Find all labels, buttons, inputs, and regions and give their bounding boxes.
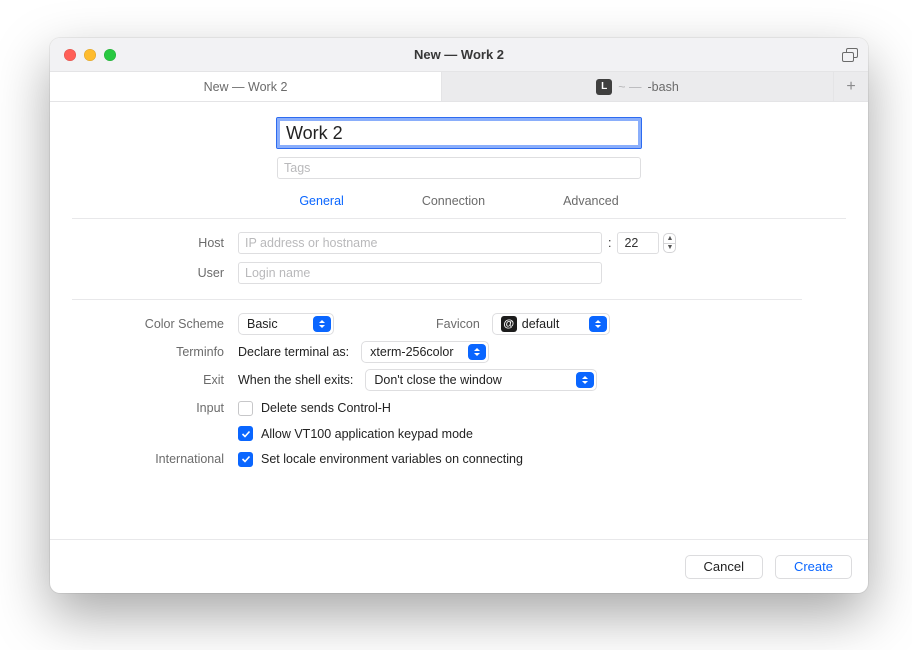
- new-connection-window: New — Work 2 New — Work 2 L ~ — -bash + …: [50, 38, 868, 593]
- row-input: Input Delete sends Control-H: [72, 394, 846, 422]
- chevron-updown-icon: [589, 316, 607, 332]
- checkbox-icon: [238, 452, 253, 467]
- port-stepper-buttons[interactable]: ▲ ▼: [663, 233, 676, 253]
- profile-name-input[interactable]: [277, 118, 641, 148]
- tab-bash[interactable]: L ~ — -bash: [442, 72, 834, 101]
- row-terminfo: Terminfo Declare terminal as: xterm-256c…: [72, 338, 846, 366]
- user-input[interactable]: [238, 262, 602, 284]
- checkbox-set-locale[interactable]: Set locale environment variables on conn…: [238, 448, 523, 471]
- favicon-select[interactable]: @ default: [492, 313, 610, 335]
- row-user: User: [72, 259, 846, 287]
- terminfo-text: Declare terminal as:: [238, 345, 349, 359]
- create-button[interactable]: Create: [775, 555, 852, 579]
- chevron-updown-icon: [576, 372, 594, 388]
- section-tabs: General Connection Advanced: [50, 188, 868, 218]
- host-port-colon: :: [602, 236, 617, 250]
- header-form: General Connection Advanced: [50, 102, 868, 218]
- checkbox-delete-control-h[interactable]: Delete sends Control-H: [238, 397, 391, 420]
- color-scheme-select[interactable]: Basic: [238, 313, 334, 335]
- row-color-scheme: Color Scheme Basic Favicon @ default: [72, 310, 846, 338]
- tab-label: -bash: [648, 80, 679, 94]
- checkbox-icon: [238, 401, 253, 416]
- row-international: International Set locale environment var…: [72, 445, 846, 473]
- tags-input[interactable]: [277, 157, 641, 179]
- tab-path-dim: ~ —: [618, 80, 641, 94]
- new-tab-button[interactable]: +: [834, 72, 868, 101]
- tab-advanced[interactable]: Advanced: [563, 194, 619, 208]
- window-title: New — Work 2: [50, 47, 868, 62]
- exit-text: When the shell exits:: [238, 373, 353, 387]
- exit-select[interactable]: Don't close the window: [365, 369, 597, 391]
- dialog-footer: Cancel Create: [50, 539, 868, 593]
- user-label: User: [72, 266, 238, 280]
- tab-new-work2[interactable]: New — Work 2: [50, 72, 442, 101]
- row-exit: Exit When the shell exits: Don't close t…: [72, 366, 846, 394]
- chevron-updown-icon: [468, 344, 486, 360]
- checkbox-vt100-keypad[interactable]: Allow VT100 application keypad mode: [238, 422, 473, 445]
- port-stepper: ▲ ▼: [617, 232, 676, 254]
- checkbox-label: Allow VT100 application keypad mode: [261, 427, 473, 441]
- input-label: Input: [72, 401, 238, 415]
- checkbox-label: Delete sends Control-H: [261, 401, 391, 415]
- color-scheme-value: Basic: [247, 317, 278, 331]
- color-scheme-label: Color Scheme: [72, 317, 238, 331]
- host-input[interactable]: [238, 232, 602, 254]
- stepper-up-icon: ▲: [664, 234, 675, 244]
- host-label: Host: [72, 236, 238, 250]
- tab-label: New — Work 2: [204, 80, 288, 94]
- favicon-value: default: [522, 317, 560, 331]
- terminfo-label: Terminfo: [72, 345, 238, 359]
- show-all-tabs-icon: [842, 48, 858, 62]
- tab-connection[interactable]: Connection: [422, 194, 485, 208]
- favicon-label: Favicon: [436, 317, 480, 331]
- tab-badge-icon: L: [596, 79, 612, 95]
- row-input-2: Allow VT100 application keypad mode: [72, 422, 846, 445]
- international-label: International: [72, 452, 238, 466]
- chevron-updown-icon: [313, 316, 331, 332]
- tab-general[interactable]: General: [299, 194, 343, 208]
- favicon-at-icon: @: [501, 316, 517, 332]
- port-input[interactable]: [617, 232, 659, 254]
- stepper-down-icon: ▼: [664, 244, 675, 253]
- row-host: Host : ▲ ▼: [72, 229, 846, 257]
- exit-label: Exit: [72, 373, 238, 387]
- terminfo-select[interactable]: xterm-256color: [361, 341, 489, 363]
- terminfo-value: xterm-256color: [370, 345, 453, 359]
- checkbox-icon: [238, 426, 253, 441]
- show-all-tabs-button[interactable]: [842, 38, 858, 71]
- titlebar: New — Work 2: [50, 38, 868, 72]
- plus-icon: +: [846, 78, 855, 96]
- checkbox-label: Set locale environment variables on conn…: [261, 452, 523, 466]
- exit-value: Don't close the window: [374, 373, 501, 387]
- cancel-button[interactable]: Cancel: [685, 555, 763, 579]
- form-body: Host : ▲ ▼ User Color Scheme Basic: [50, 219, 868, 473]
- tab-bar: New — Work 2 L ~ — -bash +: [50, 72, 868, 102]
